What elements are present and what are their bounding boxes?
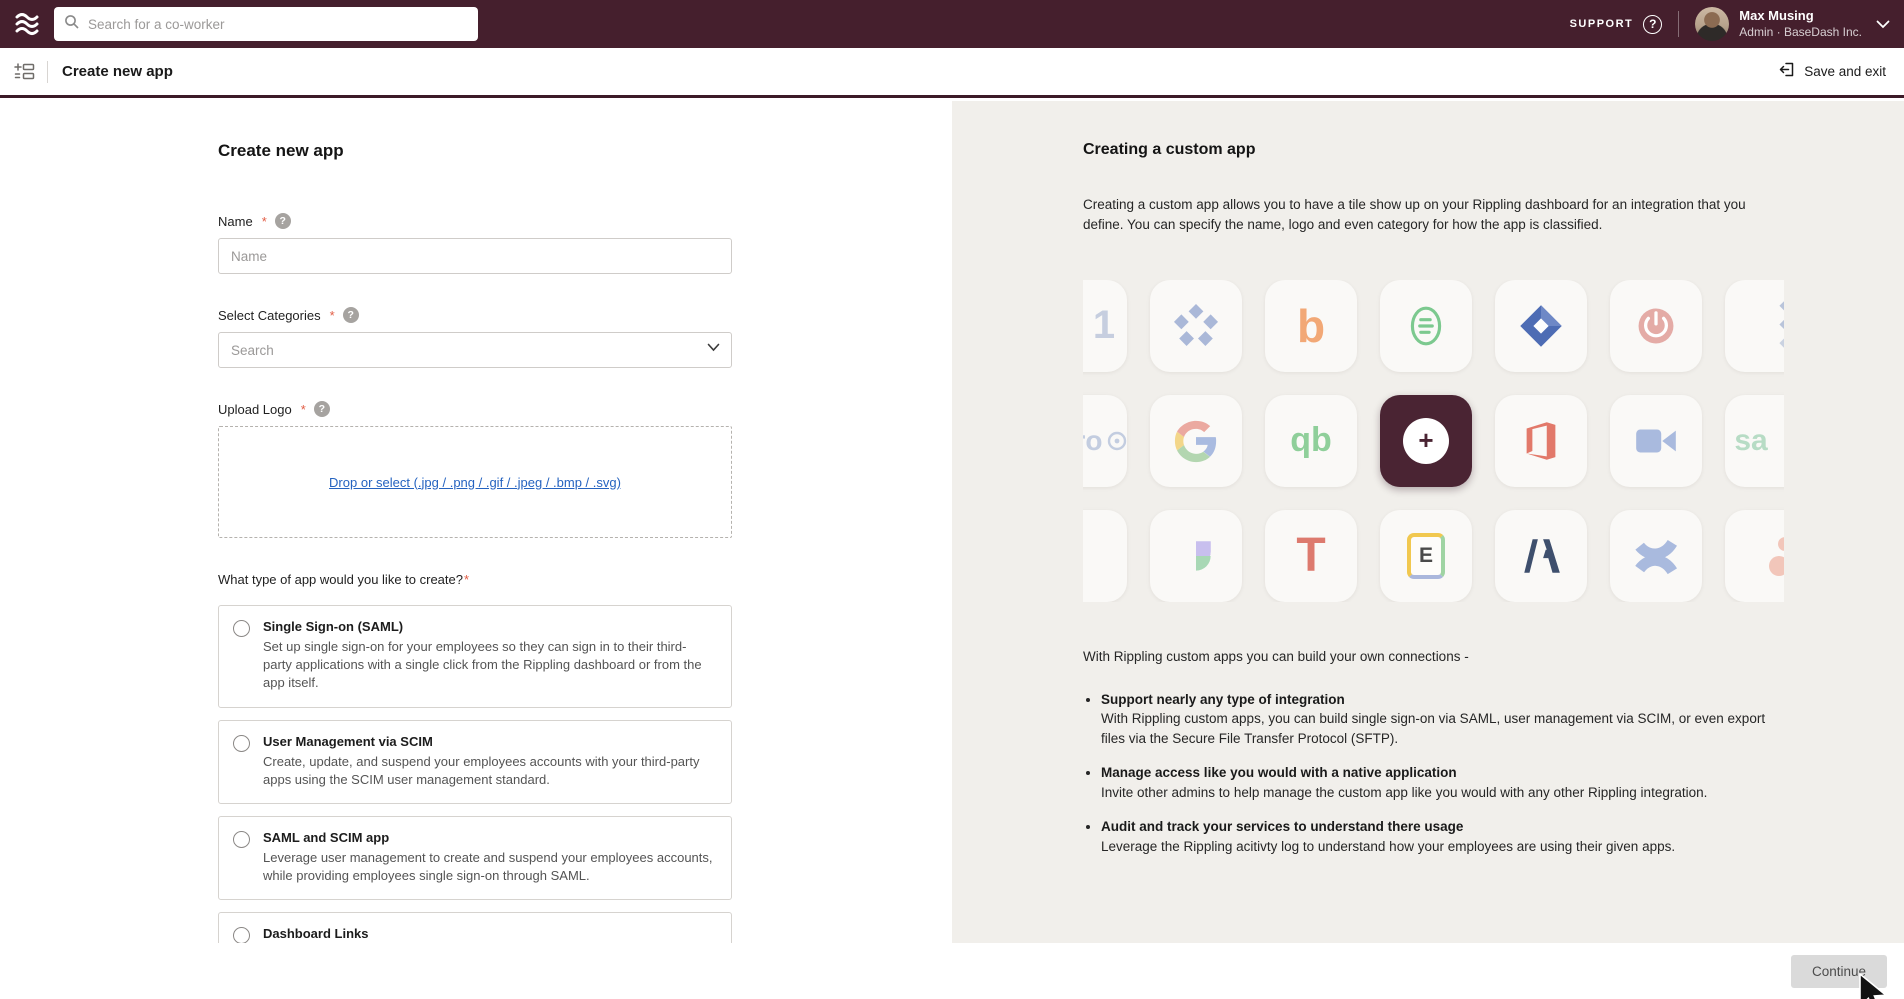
exit-icon [1778,61,1795,83]
app-tile-e-card-icon: E [1380,510,1472,602]
flow-toolbar: Create new app Save and exit [0,48,1904,98]
app-tile-office-door-icon [1495,395,1587,487]
logo-dropzone[interactable]: Drop or select (.jpg / .png / .gif / .jp… [218,426,732,538]
app-tile-petal-icon [1150,510,1242,602]
drop-or-select-link[interactable]: Drop or select (.jpg / .png / .gif / .jp… [329,475,621,490]
app-tile-pentagon-diamonds-icon [1150,280,1242,372]
save-and-exit-button[interactable]: Save and exit [1778,61,1886,83]
chevron-down-icon[interactable] [1876,20,1890,29]
categories-search-input[interactable] [218,332,732,368]
user-role: Admin · BaseDash Inc. [1739,25,1862,40]
page-title: Create new app [62,63,173,80]
info-heading: Creating a custom app [1083,141,1784,159]
topbar-divider [1678,11,1679,37]
option-description: Create, update, and suspend your employe… [263,753,715,789]
app-tile-grid: 1 b [1083,280,1784,602]
radio-button[interactable] [233,620,250,637]
app-tile-blue-diamond-icon [1495,280,1587,372]
app-tile-green-oval-lines-icon [1380,280,1472,372]
required-asterisk: * [464,572,469,587]
add-to-list-icon[interactable] [14,63,35,80]
benefit-description: With Rippling custom apps, you can build… [1101,711,1765,746]
option-user-management-scim[interactable]: User Management via SCIM Create, update,… [218,720,732,804]
option-title: User Management via SCIM [263,734,715,749]
continue-button[interactable]: Continue [1791,955,1887,988]
user-info[interactable]: Max Musing Admin · BaseDash Inc. [1739,8,1862,39]
benefit-item: Support nearly any type of integration W… [1101,690,1784,749]
create-app-form-pane: Create new app Name * ? Select Categories… [0,101,952,943]
user-name: Max Musing [1739,8,1862,24]
app-tile-sa-wordmark: sa [1725,395,1784,487]
app-tile-qb-wordmark: qb [1265,395,1357,487]
benefit-title: Manage access like you would with a nati… [1101,765,1457,780]
option-title: Dashboard Links [263,926,715,941]
plus-icon: + [1403,418,1449,464]
app-tile-one-wordmark: 1 [1083,280,1127,372]
user-avatar[interactable] [1695,7,1729,41]
save-and-exit-label: Save and exit [1804,64,1886,79]
app-tile-navy-a-icon [1495,510,1587,602]
create-new-app-page: SUPPORT ? Max Musing Admin · BaseDash In… [0,0,1904,999]
info-intro: Creating a custom app allows you to have… [1083,195,1783,236]
radio-button[interactable] [233,831,250,848]
upload-logo-label: Upload Logo [218,402,292,417]
required-asterisk: * [262,214,267,229]
categories-select[interactable] [218,332,732,368]
rippling-logo-icon[interactable] [12,11,42,37]
app-tile-google-g-icon [1150,395,1242,487]
required-asterisk: * [330,308,335,323]
benefit-item: Audit and track your services to underst… [1101,817,1784,856]
app-type-question: What type of app would you like to creat… [218,572,463,587]
app-tile-video-camera-icon [1610,395,1702,487]
app-tile-ro-wordmark: ro [1083,395,1127,487]
custom-app-info-pane: Creating a custom app Creating a custom … [952,101,1904,943]
benefit-item: Manage access like you would with a nati… [1101,763,1784,802]
app-tile-power-circle-icon [1610,280,1702,372]
coworker-search[interactable] [54,7,478,41]
benefit-description: Invite other admins to help manage the c… [1101,785,1707,800]
app-tile-stacked-diamonds-icon [1725,280,1784,372]
categories-label: Select Categories [218,308,321,323]
search-icon [64,14,80,35]
option-single-sign-on-saml[interactable]: Single Sign-on (SAML) Set up single sign… [218,605,732,708]
benefit-description: Leverage the Rippling acitivty log to un… [1101,839,1675,854]
support-link[interactable]: SUPPORT [1570,18,1634,30]
radio-button[interactable] [233,927,250,944]
benefits-list: Support nearly any type of integration W… [1083,690,1784,857]
option-title: SAML and SCIM app [263,830,715,845]
footer-bar: Continue [0,943,1904,999]
option-description: Leverage user management to create and s… [263,849,715,885]
radio-button[interactable] [233,735,250,752]
connections-line: With Rippling custom apps you can build … [1083,649,1784,664]
content-area: Create new app Name * ? Select Categories… [0,101,1904,943]
app-tile-pink-dots-icon [1725,510,1784,602]
app-tile-curved-x-icon [1610,510,1702,602]
option-title: Single Sign-on (SAML) [263,619,715,634]
topbar: SUPPORT ? Max Musing Admin · BaseDash In… [0,0,1904,48]
option-description: Set up single sign-on for your employees… [263,638,715,693]
upload-help-icon[interactable]: ? [314,401,330,417]
name-label: Name [218,214,253,229]
name-input[interactable] [218,238,732,274]
app-tile-cloud-icon [1083,510,1127,602]
benefit-title: Support nearly any type of integration [1101,692,1345,707]
form-heading: Create new app [218,141,732,161]
categories-help-icon[interactable]: ? [343,307,359,323]
benefit-title: Audit and track your services to underst… [1101,819,1463,834]
name-help-icon[interactable]: ? [275,213,291,229]
required-asterisk: * [301,402,306,417]
toolbar-divider [47,61,48,83]
search-input[interactable] [88,17,468,32]
app-tile-t-wordmark: T [1265,510,1357,602]
custom-app-plus-tile[interactable]: + [1380,395,1472,487]
app-tile-b-wordmark: b [1265,280,1357,372]
support-help-icon[interactable]: ? [1643,15,1662,34]
option-saml-and-scim[interactable]: SAML and SCIM app Leverage user manageme… [218,816,732,900]
